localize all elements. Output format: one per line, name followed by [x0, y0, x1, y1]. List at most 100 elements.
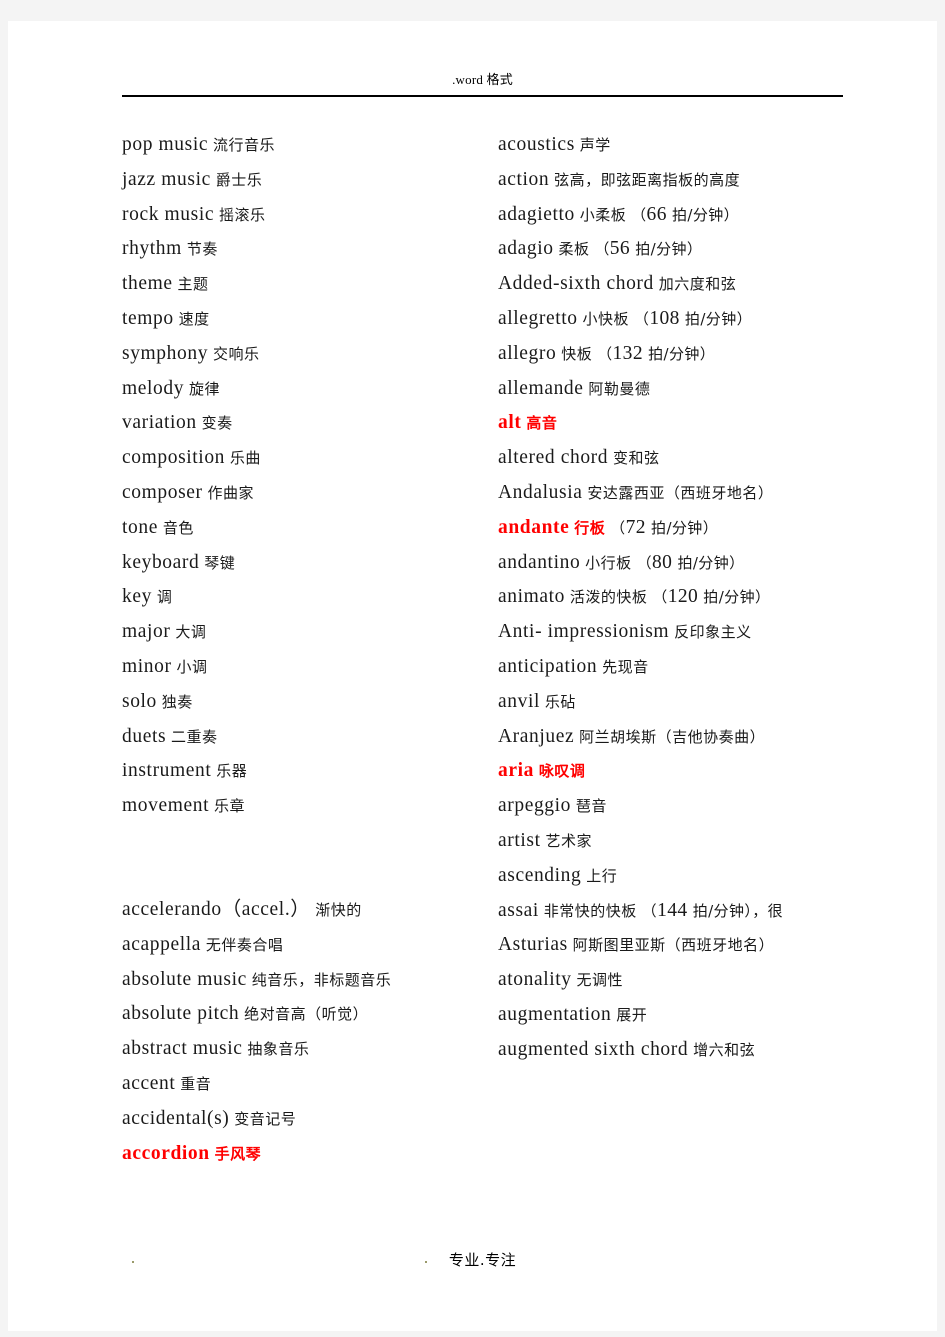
entry-term: composition	[122, 447, 226, 469]
glossary-entry: movement 乐章	[122, 789, 492, 824]
entry-term: allegretto	[498, 307, 578, 329]
page-footer: 专业.专注	[122, 1249, 843, 1270]
glossary-entry: major 大调	[122, 615, 492, 650]
glossary-entry: atonality 无调性	[498, 963, 868, 998]
entry-tempo-note: （144 拍/分钟），很	[641, 899, 784, 921]
entry-gloss: 无伴奏合唱	[205, 935, 284, 954]
entry-gloss: 柔板	[558, 240, 590, 259]
entry-gloss: 纯音乐，非标题音乐	[251, 970, 392, 989]
entry-gloss: 摇滚乐	[218, 205, 266, 224]
entry-term: accelerando（accel.）	[122, 898, 311, 920]
glossary-entry: variation 变奏	[122, 406, 492, 441]
glossary-entry: key 调	[122, 580, 492, 615]
glossary-entry: solo 独奏	[122, 685, 492, 720]
entry-term: allemande	[498, 377, 584, 399]
entry-gloss: 乐器	[216, 762, 248, 781]
entry-term: rhythm	[122, 238, 182, 260]
entry-tempo-note: （108 拍/分钟）	[633, 307, 752, 329]
glossary-entry: Added-sixth chord 加六度和弦	[498, 267, 868, 302]
entry-term: ascending	[498, 864, 582, 886]
entry-term: minor	[122, 655, 172, 677]
entry-gloss: 阿勒曼德	[588, 379, 651, 398]
entry-gloss: 加六度和弦	[658, 275, 737, 294]
glossary-entry: accent 重音	[122, 1067, 492, 1102]
entry-term: acoustics	[498, 134, 575, 155]
entry-term: arpeggio	[498, 795, 572, 817]
entry-term: symphony	[122, 342, 209, 364]
left-column: pop music 流行音乐 jazz music 爵士乐 rock music 摇…	[122, 128, 492, 1171]
document-page: .word 格式 pop music 流行音乐 jazz music 爵士乐 roc…	[8, 21, 937, 1331]
entry-gloss: 先现音	[602, 657, 649, 676]
entry-term: variation	[122, 412, 197, 434]
entry-tempo-note: （80 拍/分钟）	[636, 551, 745, 573]
entry-gloss: 渐快的	[315, 900, 362, 919]
glossary-entry: tempo 速度	[122, 302, 492, 337]
glossary-entry: animato 活泼的快板 （120 拍/分钟）	[498, 580, 868, 615]
entry-gloss: 音色	[162, 518, 194, 537]
entry-term: Andalusia	[498, 481, 583, 503]
entry-gloss: 小快板	[582, 309, 630, 328]
glossary-entry: allegretto 小快板 （108 拍/分钟）	[498, 302, 868, 337]
entry-term: Anti- impressionism	[498, 621, 670, 643]
glossary-entry: adagietto 小柔板 （66 拍/分钟）	[498, 198, 868, 233]
entry-gloss: 小柔板	[579, 205, 627, 224]
glossary-entry: allemande 阿勒曼德	[498, 372, 868, 407]
entry-gloss: 流行音乐	[212, 136, 275, 154]
entry-gloss: 上行	[586, 866, 618, 885]
glossary-entry: abstract music 抽象音乐	[122, 1032, 492, 1067]
glossary-entry: Anti- impressionism 反印象主义	[498, 615, 868, 650]
entry-term: tone	[122, 516, 158, 538]
entry-term: andante	[498, 516, 570, 538]
right-column: acoustics 声学 action 弦高，即弦距离指板的高度 adagietto…	[498, 128, 868, 1068]
entry-gloss: 弦高，即弦距离指板的高度	[554, 170, 741, 189]
entry-gloss: 活泼的快板	[569, 588, 648, 607]
entry-term: movement	[122, 795, 210, 817]
glossary-entry: Andalusia 安达露西亚（西班牙地名）	[498, 476, 868, 511]
entry-term: jazz music	[122, 168, 211, 190]
entry-term: Added-sixth chord	[498, 273, 654, 295]
header-divider	[122, 95, 843, 97]
glossary-entry: instrument 乐器	[122, 754, 492, 789]
glossary-entry: anvil 乐砧	[498, 685, 868, 720]
entry-term: absolute music	[122, 968, 247, 990]
entry-gloss: 快板	[561, 344, 593, 363]
glossary-entry: allegro 快板 （132 拍/分钟）	[498, 337, 868, 372]
entry-term: action	[498, 168, 550, 190]
glossary-entry: arpeggio 琶音	[498, 789, 868, 824]
entry-gloss: 乐曲	[229, 449, 261, 468]
footer-mark-right	[425, 1261, 427, 1263]
glossary-entry: anticipation 先现音	[498, 650, 868, 685]
entry-gloss: 主题	[177, 275, 209, 294]
entry-gloss: 琶音	[575, 797, 607, 816]
glossary-entry: action 弦高，即弦距离指板的高度	[498, 163, 868, 198]
entry-term: accordion	[122, 1142, 210, 1164]
entry-term: anticipation	[498, 655, 598, 677]
entry-gloss: 爵士乐	[215, 170, 263, 189]
entry-term: aria	[498, 760, 534, 782]
glossary-entry: absolute pitch 绝对音高（听觉）	[122, 997, 492, 1032]
glossary-entry: rock music 摇滚乐	[122, 198, 492, 233]
glossary-entry: accelerando（accel.） 渐快的	[122, 893, 492, 928]
glossary-entry: acappella 无伴奏合唱	[122, 928, 492, 963]
entry-term: melody	[122, 377, 185, 399]
entry-gloss: 增六和弦	[693, 1040, 756, 1059]
entry-tempo-note: （120 拍/分钟）	[652, 586, 771, 608]
glossary-columns: pop music 流行音乐 jazz music 爵士乐 rock music 摇…	[8, 128, 937, 1223]
entry-gloss: 旋律	[188, 379, 220, 398]
entry-gloss: 交响乐	[212, 344, 260, 363]
left-column-group-one: pop music 流行音乐 jazz music 爵士乐 rock music 摇…	[122, 128, 492, 824]
entry-tempo-note: （132 拍/分钟）	[597, 342, 716, 364]
glossary-entry: assai 非常快的快板 （144 拍/分钟），很	[498, 894, 868, 929]
entry-gloss: 变和弦	[613, 449, 660, 468]
glossary-entry: rhythm 节奏	[122, 232, 492, 267]
glossary-entry: duets 二重奏	[122, 720, 492, 755]
entry-term: abstract music	[122, 1038, 243, 1060]
glossary-entry: aria 咏叹调	[498, 754, 868, 789]
glossary-entry: composition 乐曲	[122, 441, 492, 476]
entry-term: composer	[122, 481, 203, 503]
entry-term: Aranjuez	[498, 725, 575, 747]
entry-term: alt	[498, 412, 522, 434]
entry-term: keyboard	[122, 551, 200, 573]
glossary-entry: altered chord 变和弦	[498, 441, 868, 476]
entry-term: theme	[122, 273, 173, 295]
